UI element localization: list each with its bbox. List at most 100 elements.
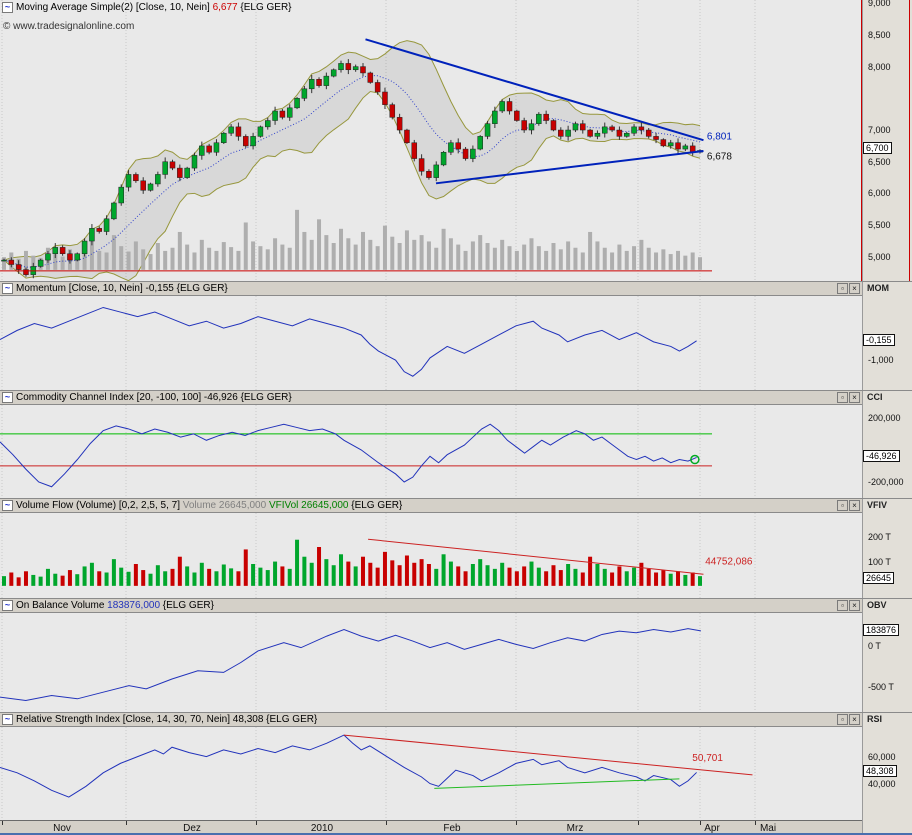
- price-axis-tick: 5,000: [868, 252, 891, 262]
- rsi-titlebar[interactable]: ~ Relative Strength Index [Close, 14, 30…: [0, 712, 862, 727]
- time-axis-tick: [256, 821, 257, 825]
- time-axis[interactable]: NovDez2010FebMrzAprMai: [0, 820, 862, 835]
- time-axis-tick: [126, 821, 127, 825]
- restore-icon[interactable]: ▫: [837, 500, 848, 511]
- momentum-title-segment: -0,155: [146, 283, 174, 294]
- close-icon[interactable]: ×: [849, 500, 860, 511]
- restore-icon[interactable]: ▫: [837, 283, 848, 294]
- volume-flow-chart-svg: 44752,086: [0, 513, 862, 598]
- price-axis-tick: 8,000: [868, 62, 891, 72]
- rsi-axis-tick: 40,000: [868, 779, 896, 789]
- volume-flow-chart[interactable]: 44752,086: [0, 513, 862, 598]
- month-label: Mrz: [567, 823, 584, 834]
- indicator-wave-icon: ~: [2, 600, 13, 611]
- close-icon[interactable]: ×: [849, 714, 860, 725]
- svg-text:50,701: 50,701: [692, 753, 723, 764]
- month-label: Apr: [704, 823, 720, 834]
- indicator-wave-icon: ~: [2, 392, 13, 403]
- price-panel[interactable]: ~ Moving Average Simple(2) [Close, 10, N…: [0, 0, 862, 281]
- momentum-panel[interactable]: ~ Momentum [Close, 10, Nein] -0,155 {ELG…: [0, 281, 862, 390]
- indicator-wave-icon: ~: [2, 283, 13, 294]
- rsi-current-value-box: 48,308: [863, 765, 897, 777]
- obv-chart-svg: [0, 613, 862, 712]
- momentum-current-value-box: -0,155: [863, 334, 895, 346]
- obv-title-text: On Balance Volume 183876,000 {ELG GER}: [16, 600, 214, 611]
- time-axis-tick: [516, 821, 517, 825]
- vfi-current-value-box: 26645: [863, 572, 894, 584]
- cci-titlebar[interactable]: ~ Commodity Channel Index [20, -100, 100…: [0, 390, 862, 405]
- price-current-value-box: 6,700: [863, 142, 892, 154]
- price-axis-tick: 5,500: [868, 220, 891, 230]
- cci-current-value-box: -46,926: [863, 450, 900, 462]
- price-chart[interactable]: 6,801 6,678: [0, 0, 862, 281]
- restore-icon[interactable]: ▫: [837, 714, 848, 725]
- obv-titlebar[interactable]: ~ On Balance Volume 183876,000 {ELG GER}…: [0, 598, 862, 613]
- momentum-title-text: Momentum [Close, 10, Nein] -0,155 {ELG G…: [16, 283, 228, 294]
- cci-chart[interactable]: [0, 405, 862, 498]
- obv-panel[interactable]: ~ On Balance Volume 183876,000 {ELG GER}…: [0, 598, 862, 712]
- volume-flow-title-text: Volume Flow (Volume) [0,2, 2,5, 5, 7] Vo…: [16, 500, 402, 511]
- time-axis-tick: [700, 821, 701, 825]
- momentum-chart-svg: [0, 296, 862, 390]
- momentum-axis-label: MOM: [867, 283, 889, 293]
- time-axis-tick: [2, 821, 3, 825]
- time-axis-tick: [755, 821, 756, 825]
- close-icon[interactable]: ×: [849, 600, 860, 611]
- vfi-title-segment: Volume Flow (Volume) [0,2, 2,5, 5, 7]: [16, 500, 183, 511]
- price-axis-tick: 8,500: [868, 30, 891, 40]
- time-axis-tick: [638, 821, 639, 825]
- indicator-wave-icon: ~: [2, 2, 13, 13]
- panel-divider: [0, 390, 912, 391]
- vfi-axis-tick: 100 T: [868, 557, 891, 567]
- cci-axis-label: CCI: [867, 392, 883, 402]
- obv-title-segment: {ELG GER}: [160, 600, 214, 611]
- cci-panel[interactable]: ~ Commodity Channel Index [20, -100, 100…: [0, 390, 862, 498]
- volume-flow-panel[interactable]: ~ Volume Flow (Volume) [0,2, 2,5, 5, 7] …: [0, 498, 862, 598]
- momentum-axis-tick: -1,000: [868, 355, 894, 365]
- price-chart-svg: 6,801 6,678: [0, 0, 862, 281]
- price-axis-tick: 6,500: [868, 157, 891, 167]
- volume-flow-titlebar[interactable]: ~ Volume Flow (Volume) [0,2, 2,5, 5, 7] …: [0, 498, 862, 513]
- close-icon[interactable]: ×: [849, 392, 860, 403]
- momentum-title-segment: Momentum [Close, 10, Nein]: [16, 283, 146, 294]
- month-label: Mai: [760, 823, 776, 834]
- obv-current-value-box: 183876: [863, 624, 899, 636]
- vfi-axis-label: VFIV: [867, 500, 887, 510]
- panel-divider: [0, 498, 912, 499]
- price-title-segment: 6,677: [213, 2, 238, 13]
- rsi-panel[interactable]: ~ Relative Strength Index [Close, 14, 30…: [0, 712, 862, 820]
- price-axis-tick: 7,000: [868, 125, 891, 135]
- vfi-title-segment: {ELG GER}: [351, 500, 402, 511]
- axis-highlight-line: [909, 0, 910, 281]
- rsi-title-segment: Relative Strength Index [Close, 14, 30, …: [16, 714, 233, 725]
- cci-chart-svg: [0, 405, 862, 498]
- svg-text:6,678: 6,678: [707, 152, 732, 163]
- month-label: Nov: [53, 823, 71, 834]
- restore-icon[interactable]: ▫: [837, 392, 848, 403]
- chart-workspace: ~ Moving Average Simple(2) [Close, 10, N…: [0, 0, 912, 835]
- vfi-axis-tick: 200 T: [868, 532, 891, 542]
- cci-title-segment: {ELG GER}: [238, 392, 292, 403]
- cci-axis-tick: 200,000: [868, 413, 901, 423]
- cci-title-text: Commodity Channel Index [20, -100, 100] …: [16, 392, 292, 403]
- momentum-chart[interactable]: [0, 296, 862, 390]
- axis-highlight-line: [861, 0, 862, 281]
- obv-chart[interactable]: [0, 613, 862, 712]
- price-axis-tick: 6,000: [868, 188, 891, 198]
- cci-title-segment: -46,926: [204, 392, 238, 403]
- price-title-segment: {ELG GER}: [238, 2, 292, 13]
- price-panel-title[interactable]: ~ Moving Average Simple(2) [Close, 10, N…: [2, 2, 292, 13]
- momentum-titlebar[interactable]: ~ Momentum [Close, 10, Nein] -0,155 {ELG…: [0, 281, 862, 296]
- vfi-title-segment: Volume 26645,000: [183, 500, 269, 511]
- restore-icon[interactable]: ▫: [837, 600, 848, 611]
- panel-divider: [0, 712, 912, 713]
- panel-divider: [0, 598, 912, 599]
- obv-title-segment: On Balance Volume: [16, 600, 107, 611]
- value-axis-column[interactable]: 9,0008,5008,0007,0006,5006,0005,5005,000…: [862, 0, 912, 835]
- obv-axis-label: OBV: [867, 600, 887, 610]
- rsi-chart[interactable]: 50,701: [0, 727, 862, 820]
- close-icon[interactable]: ×: [849, 283, 860, 294]
- rsi-axis-label: RSI: [867, 714, 882, 724]
- svg-text:6,801: 6,801: [707, 131, 732, 142]
- indicator-wave-icon: ~: [2, 500, 13, 511]
